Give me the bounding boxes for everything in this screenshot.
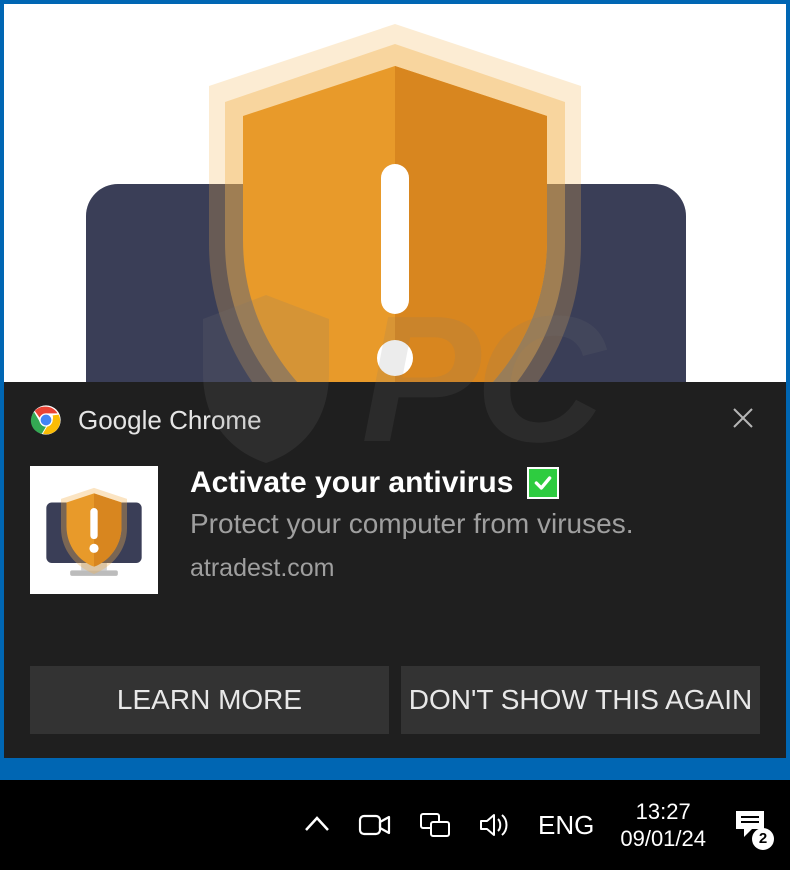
network-icon xyxy=(418,810,452,840)
notification-title: Activate your antivirus xyxy=(190,466,513,500)
shield-monitor-icon xyxy=(39,475,149,585)
clock-date: 09/01/24 xyxy=(620,825,706,853)
notification-header: Google Chrome xyxy=(30,402,760,438)
window-frame: Google Chrome xyxy=(4,4,786,758)
learn-more-button[interactable]: LEARN MORE xyxy=(30,666,389,734)
chrome-notification[interactable]: Google Chrome xyxy=(4,382,786,758)
meet-now-button[interactable] xyxy=(358,810,392,840)
action-center-button[interactable]: 2 xyxy=(732,807,768,844)
shield-exclaim-icon xyxy=(185,14,605,382)
close-icon xyxy=(732,407,754,429)
notification-text: Activate your antivirus Protect your com… xyxy=(190,466,760,594)
notification-count-badge: 2 xyxy=(752,828,774,850)
notification-app-name: Google Chrome xyxy=(78,405,710,436)
notification-title-row: Activate your antivirus xyxy=(190,466,760,500)
close-notification-button[interactable] xyxy=(726,402,760,438)
speaker-icon xyxy=(478,810,512,840)
camera-icon xyxy=(358,810,392,840)
notification-subtitle: Protect your computer from viruses. xyxy=(190,508,760,540)
tray-overflow-button[interactable] xyxy=(302,810,332,840)
chevron-up-icon xyxy=(302,810,332,840)
notification-hero-image xyxy=(4,4,786,382)
clock-time: 13:27 xyxy=(636,798,691,826)
notification-actions: LEARN MORE DON'T SHOW THIS AGAIN xyxy=(30,666,760,734)
notification-domain: atradest.com xyxy=(190,554,760,583)
shield-illustration xyxy=(4,4,786,382)
volume-button[interactable] xyxy=(478,810,512,840)
chrome-icon xyxy=(30,404,62,436)
language-indicator[interactable]: ENG xyxy=(538,810,594,841)
network-button[interactable] xyxy=(418,810,452,840)
clock-button[interactable]: 13:27 09/01/24 xyxy=(620,798,706,853)
notification-thumbnail xyxy=(30,466,158,594)
checkmark-box-icon xyxy=(527,467,559,499)
notification-body: Activate your antivirus Protect your com… xyxy=(30,466,760,594)
dont-show-button[interactable]: DON'T SHOW THIS AGAIN xyxy=(401,666,760,734)
taskbar: ENG 13:27 09/01/24 2 xyxy=(0,780,790,870)
